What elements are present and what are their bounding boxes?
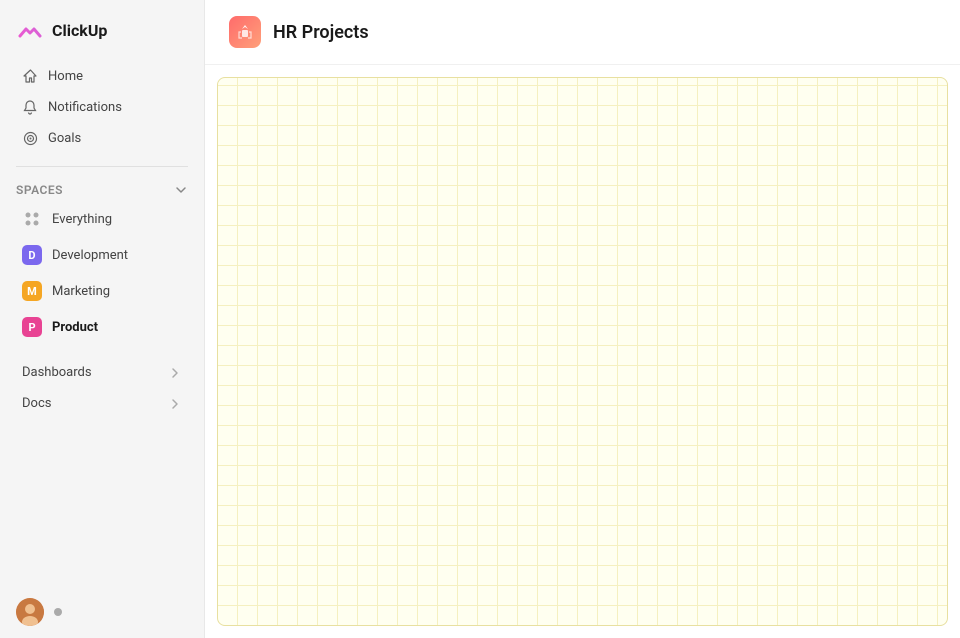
docs-left: Docs xyxy=(22,396,51,411)
goals-icon xyxy=(22,130,38,146)
dashboards-chevron-icon xyxy=(168,366,182,380)
avatar xyxy=(16,598,44,626)
content-area xyxy=(217,77,948,626)
space-item-product[interactable]: P Product xyxy=(6,310,198,344)
sidebar-bottom[interactable] xyxy=(0,586,204,638)
nav-item-goals[interactable]: Goals xyxy=(6,123,198,153)
development-label: Development xyxy=(52,248,128,263)
docs-label: Docs xyxy=(22,396,51,411)
everything-icon xyxy=(22,209,42,229)
dashboards-item[interactable]: Dashboards xyxy=(6,358,198,387)
notifications-label: Notifications xyxy=(48,100,122,115)
goals-label: Goals xyxy=(48,131,81,146)
bell-icon xyxy=(22,99,38,115)
space-item-everything[interactable]: Everything xyxy=(6,202,198,236)
everything-label: Everything xyxy=(52,212,112,227)
nav-divider xyxy=(16,166,188,167)
main-content: HR Projects xyxy=(205,0,960,638)
spaces-header[interactable]: Spaces xyxy=(0,175,204,201)
logo-text: ClickUp xyxy=(52,21,107,40)
dashboards-left: Dashboards xyxy=(22,365,92,380)
nav-section: Home Notifications Goals xyxy=(0,56,204,158)
marketing-label: Marketing xyxy=(52,284,110,299)
page-title: HR Projects xyxy=(273,22,369,43)
product-label: Product xyxy=(52,320,98,335)
nav-item-home[interactable]: Home xyxy=(6,61,198,91)
home-icon xyxy=(22,68,38,84)
spaces-chevron-icon xyxy=(174,183,188,197)
development-badge: D xyxy=(22,245,42,265)
logo-area[interactable]: ClickUp xyxy=(0,0,204,56)
hr-projects-icon xyxy=(229,16,261,48)
sidebar: ClickUp Home Notifications xyxy=(0,0,205,638)
status-indicator xyxy=(54,608,62,616)
space-item-marketing[interactable]: M Marketing xyxy=(6,274,198,308)
clickup-logo-icon xyxy=(16,16,44,44)
docs-item[interactable]: Docs xyxy=(6,389,198,418)
main-header: HR Projects xyxy=(205,0,960,65)
nav-item-notifications[interactable]: Notifications xyxy=(6,92,198,122)
home-label: Home xyxy=(48,69,83,84)
product-badge: P xyxy=(22,317,42,337)
dashboards-label: Dashboards xyxy=(22,365,92,380)
marketing-badge: M xyxy=(22,281,42,301)
spaces-section-label: Spaces xyxy=(16,183,63,197)
docs-chevron-icon xyxy=(168,397,182,411)
space-item-development[interactable]: D Development xyxy=(6,238,198,272)
